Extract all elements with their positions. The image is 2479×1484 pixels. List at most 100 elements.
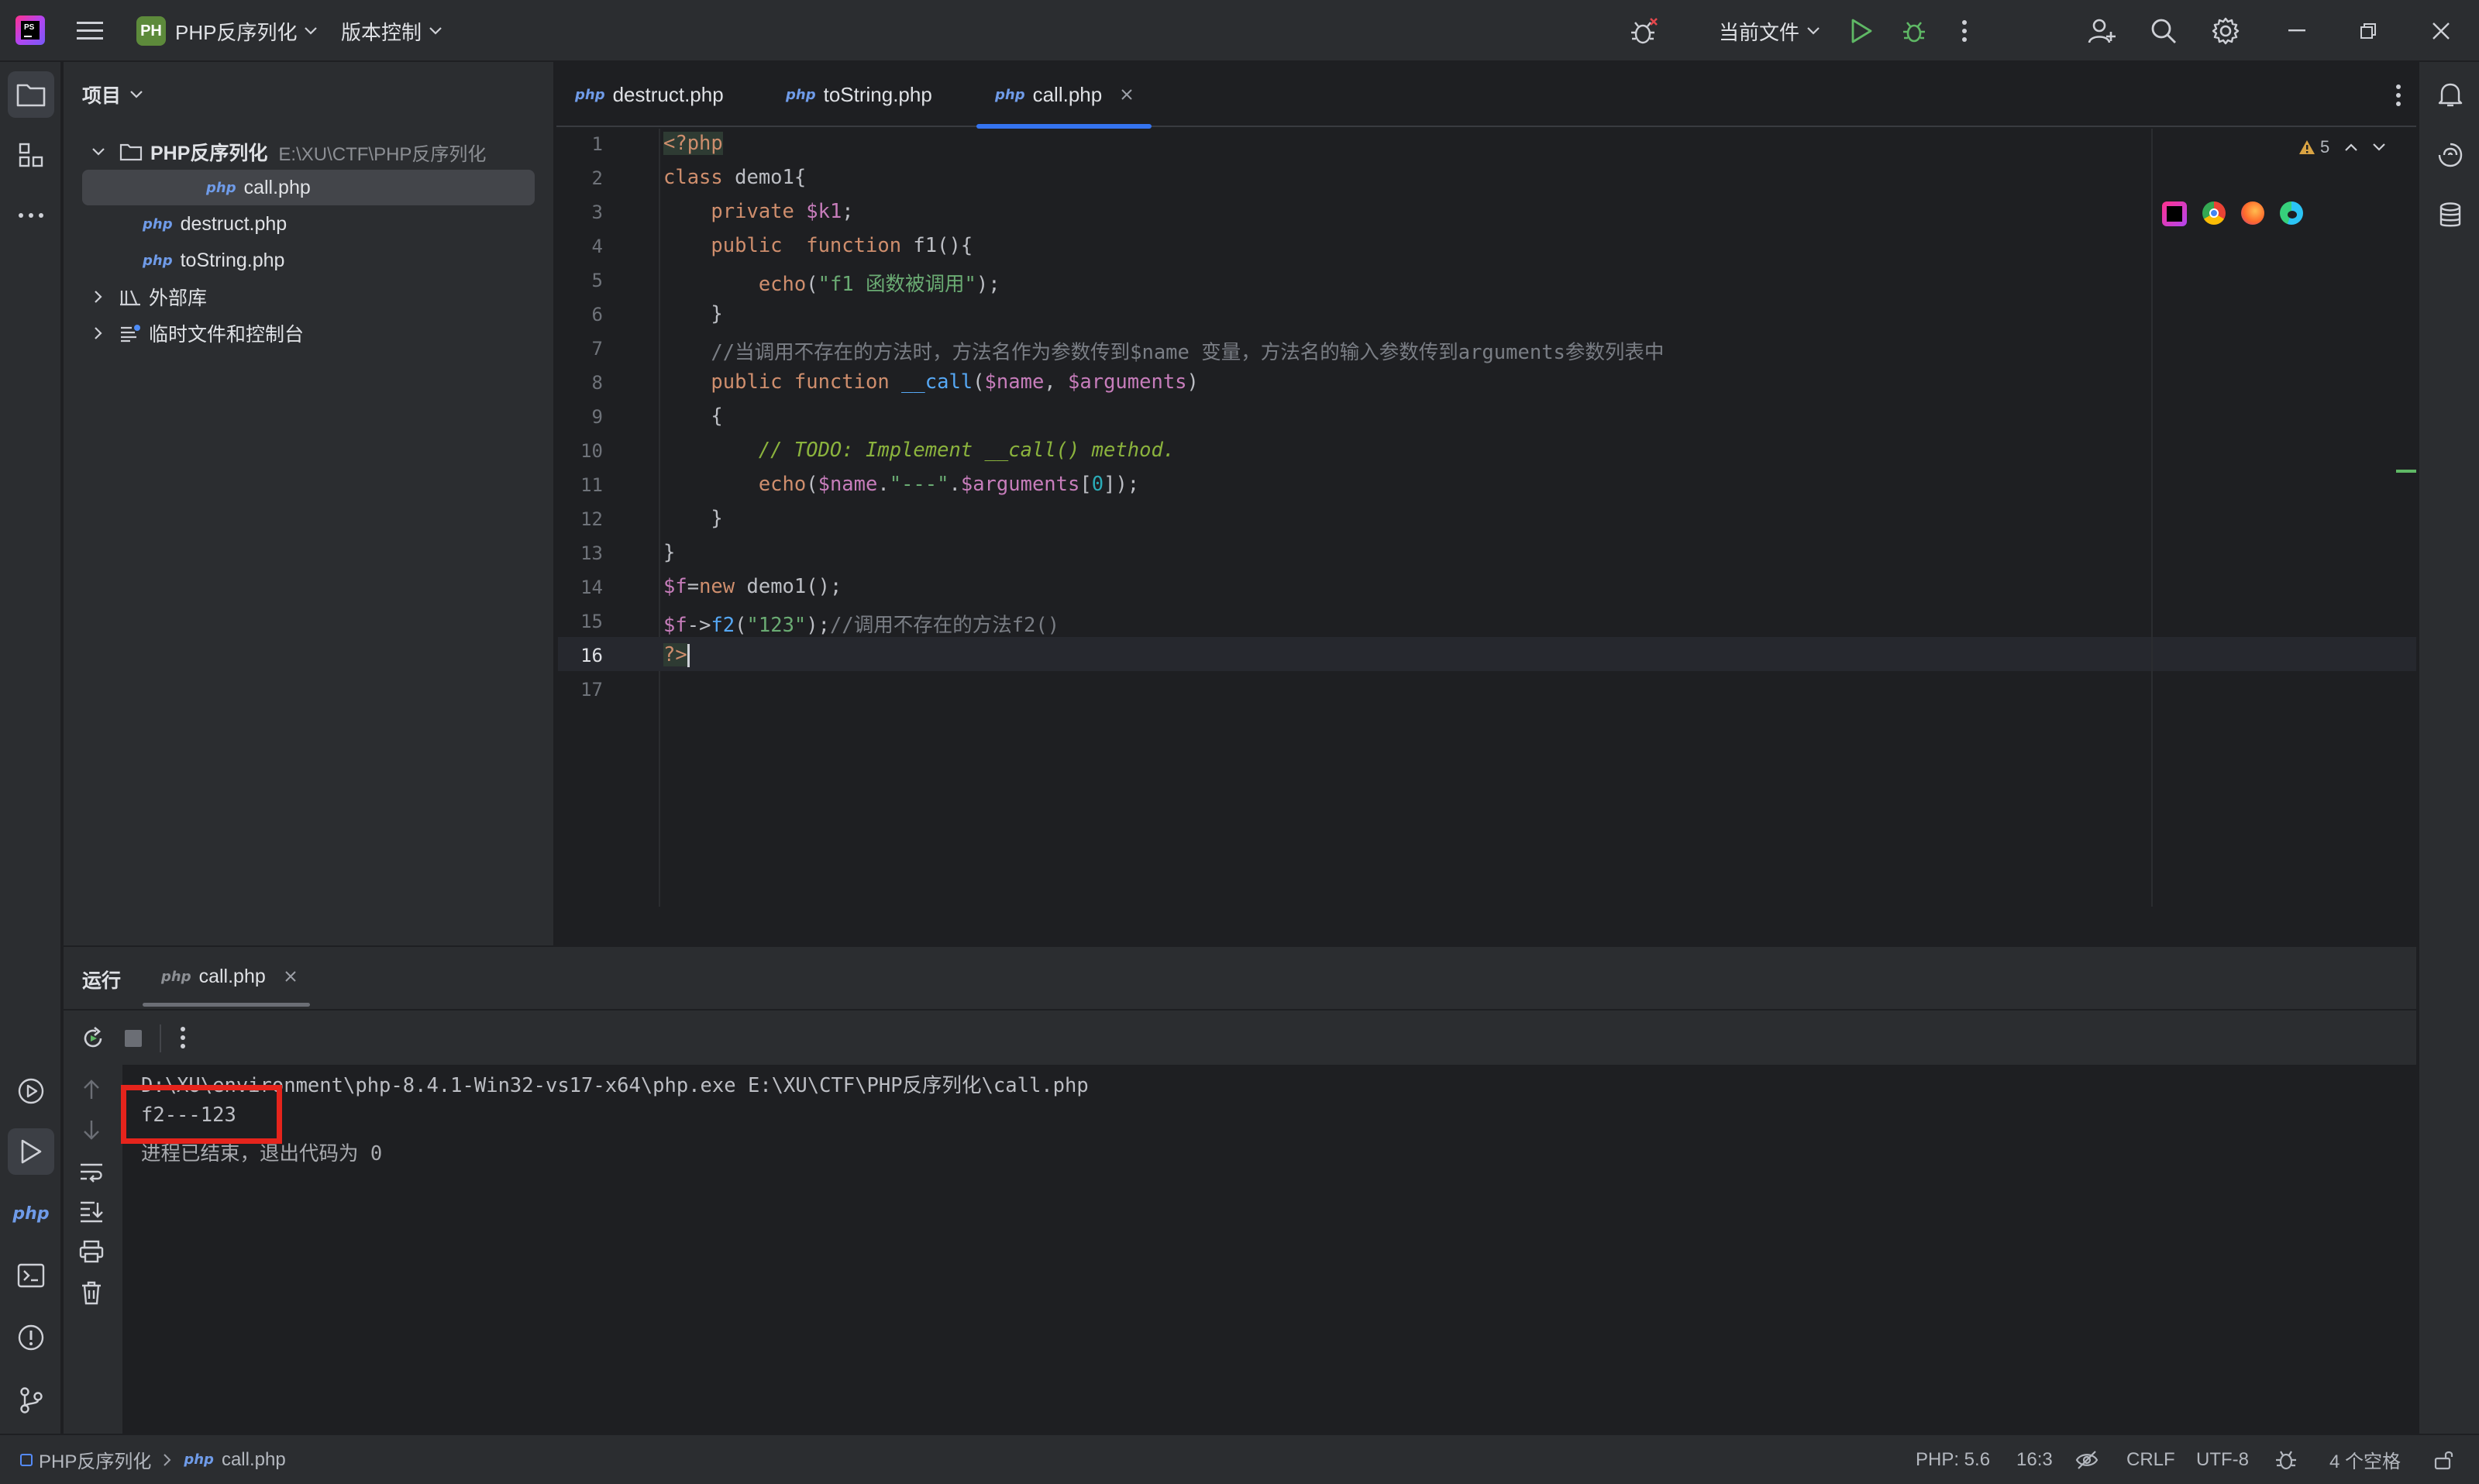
run-play-icon[interactable] xyxy=(1846,15,1877,46)
chrome-icon[interactable] xyxy=(2202,201,2226,225)
chevron-down-icon[interactable] xyxy=(87,148,110,156)
structure-tool-icon[interactable] xyxy=(8,132,54,178)
scroll-down-icon[interactable] xyxy=(82,1119,101,1141)
services-tool-icon[interactable] xyxy=(8,1068,54,1114)
read-only-lock-icon[interactable] xyxy=(2433,1435,2455,1484)
scroll-to-end-icon[interactable] xyxy=(79,1200,104,1223)
edge-icon[interactable] xyxy=(2280,201,2303,225)
ai-assistant-icon[interactable] xyxy=(2427,132,2474,178)
minimize-icon[interactable] xyxy=(2281,15,2312,46)
tree-external-libs[interactable]: 外部库 xyxy=(87,279,207,315)
project-panel-title: 项目 xyxy=(82,85,122,107)
run-tool-icon[interactable] xyxy=(8,1128,54,1175)
code-line: ?> xyxy=(663,643,690,667)
git-tool-icon[interactable] xyxy=(8,1376,54,1423)
code-line: $f->f2("123");//调用不存在的方法f2() xyxy=(663,614,1060,637)
tree-root[interactable]: PHP反序列化 E:\XU\CTF\PHP反序列化 xyxy=(87,134,486,170)
firefox-icon[interactable] xyxy=(2241,201,2264,225)
breadcrumb-project[interactable]: PHP反序列化 xyxy=(39,1446,151,1473)
notifications-bell-icon[interactable] xyxy=(2427,71,2474,118)
project-panel-header[interactable]: 项目 xyxy=(82,81,143,108)
code-line: } xyxy=(663,507,723,530)
vcs-widget[interactable]: 版本控制 xyxy=(341,15,442,46)
debugger-status-icon[interactable] xyxy=(2274,1435,2298,1484)
line-number: 12 xyxy=(580,508,603,530)
tab-destruct[interactable]: php destruct.php xyxy=(575,62,724,127)
project-name: PHP反序列化 xyxy=(175,20,298,44)
chevron-right-icon[interactable] xyxy=(87,291,110,303)
run-config-selector[interactable]: 当前文件 xyxy=(1719,15,1820,46)
debug-bug-icon[interactable] xyxy=(1627,14,1661,48)
php-file-icon: php xyxy=(206,179,236,196)
line-number: 10 xyxy=(580,440,603,462)
code-line: echo($name."---".$arguments[0]); xyxy=(663,473,1140,496)
stop-icon[interactable] xyxy=(124,1029,143,1048)
code-line: { xyxy=(663,405,723,428)
tree-file-tostring[interactable]: php toString.php xyxy=(143,243,284,278)
database-tool-icon[interactable] xyxy=(2427,192,2474,239)
more-actions-icon[interactable] xyxy=(1953,15,1976,46)
line-number: 15 xyxy=(580,611,603,632)
settings-gear-icon[interactable] xyxy=(2209,14,2243,48)
close-tab-icon[interactable] xyxy=(284,970,297,983)
chevron-up-icon[interactable] xyxy=(2345,143,2358,151)
file-encoding[interactable]: UTF-8 xyxy=(2196,1435,2249,1484)
more-tools-icon[interactable] xyxy=(8,192,54,239)
run-tab-label: call.php xyxy=(198,965,266,987)
line-separator[interactable]: CRLF xyxy=(2126,1435,2175,1484)
chevron-down-icon xyxy=(130,91,143,98)
indent-setting[interactable]: 4 个空格 xyxy=(2329,1435,2401,1484)
tab-call[interactable]: php call.php xyxy=(976,62,1152,129)
close-tab-icon[interactable] xyxy=(1121,88,1133,101)
project-panel: 项目 PHP反序列化 E:\XU\CTF\PHP反序列化 php call.ph… xyxy=(64,62,555,945)
line-number: 3 xyxy=(591,201,603,223)
add-user-icon[interactable] xyxy=(2085,14,2119,48)
code-line: echo("f1 函数被调用"); xyxy=(663,273,1000,296)
rerun-icon[interactable] xyxy=(81,1026,105,1051)
caret-position[interactable]: 16:3 xyxy=(2016,1435,2053,1484)
problems-tool-icon[interactable] xyxy=(8,1314,54,1361)
project-badge: PH xyxy=(136,16,166,46)
chevron-down-icon xyxy=(305,27,318,35)
php-language-level[interactable]: PHP: 5.6 xyxy=(1916,1435,1990,1484)
more-options-icon[interactable] xyxy=(180,1026,186,1049)
scroll-up-icon[interactable] xyxy=(82,1079,101,1100)
module-square-icon xyxy=(20,1453,33,1466)
soft-wrap-icon[interactable] xyxy=(79,1161,104,1183)
chevron-right-icon[interactable] xyxy=(87,327,110,339)
tab-tostring[interactable]: php toString.php xyxy=(786,62,932,127)
restore-window-icon[interactable] xyxy=(2353,15,2384,46)
highlight-annotation-box xyxy=(121,1085,282,1144)
phpstorm-logo-icon[interactable]: PS xyxy=(15,15,45,45)
tree-file-call[interactable]: php call.php xyxy=(82,170,535,205)
project-widget[interactable]: PH PHP反序列化 xyxy=(136,15,318,46)
debug-run-icon[interactable] xyxy=(1899,15,1930,46)
tab-options-icon[interactable] xyxy=(2387,82,2410,108)
terminal-tool-icon[interactable] xyxy=(8,1252,54,1299)
clear-trash-icon[interactable] xyxy=(81,1280,102,1305)
root-name: PHP反序列化 xyxy=(150,143,268,164)
title-bar: PS PH PHP反序列化 版本控制 当前文件 xyxy=(0,0,2479,62)
line-number: 2 xyxy=(591,167,603,189)
inspections-eye-icon[interactable] xyxy=(2075,1435,2099,1484)
tree-file-destruct[interactable]: php destruct.php xyxy=(143,206,287,242)
console-output[interactable] xyxy=(122,1065,2416,1434)
chevron-down-icon[interactable] xyxy=(2373,143,2386,151)
close-window-icon[interactable] xyxy=(2426,15,2457,46)
toolbar-divider xyxy=(160,1024,161,1052)
file-name: toString.php xyxy=(180,249,285,271)
run-panel-title: 运行 xyxy=(82,970,122,992)
print-icon[interactable] xyxy=(79,1240,104,1263)
tree-scratches[interactable]: 临时文件和控制台 xyxy=(87,315,304,351)
main-menu-icon[interactable] xyxy=(74,15,105,46)
editor-area[interactable] xyxy=(556,62,2416,945)
run-tab-call[interactable]: php call.php xyxy=(161,947,297,1006)
php-tool-icon[interactable]: php xyxy=(8,1190,54,1237)
project-tool-icon[interactable] xyxy=(8,71,54,118)
phpstorm-browser-icon[interactable] xyxy=(2162,201,2187,226)
status-bar: PHP反序列化 php call.php PHP: 5.6 16:3 CRLF … xyxy=(0,1434,2479,1484)
breadcrumb-file[interactable]: call.php xyxy=(222,1449,286,1471)
inspection-widget[interactable]: 5 xyxy=(2298,132,2386,163)
warning-icon xyxy=(2298,139,2315,155)
search-icon[interactable] xyxy=(2147,14,2181,48)
